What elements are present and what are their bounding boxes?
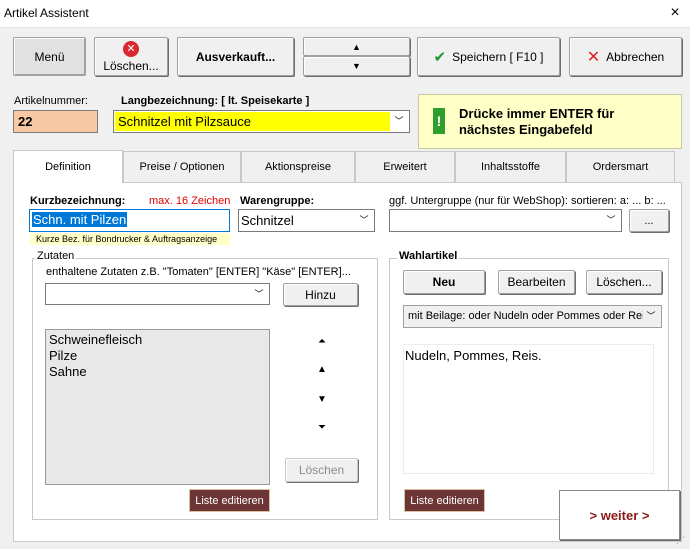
delete-icon: ✕ bbox=[123, 40, 139, 57]
tab-ingredients-info-label: Inhaltsstoffe bbox=[480, 161, 541, 173]
edit-choice-label: Bearbeiten bbox=[507, 275, 566, 289]
cancel-x-icon: ✕ bbox=[586, 48, 601, 66]
tab-ordersmart-label: Ordersmart bbox=[592, 161, 649, 173]
choice-text-area[interactable]: Nudeln, Pommes, Reis. bbox=[403, 344, 654, 474]
title-bar bbox=[0, 0, 690, 28]
choice-select-value: mit Beilage: oder Nudeln oder Pommes ode… bbox=[408, 310, 651, 322]
short-name-value: Schn. mit Pilzen bbox=[32, 212, 128, 227]
sold-out-label: Ausverkauft... bbox=[195, 49, 276, 64]
move-to-top-icon[interactable]: ⏶ bbox=[308, 332, 336, 352]
tab-ordersmart[interactable]: Ordersmart bbox=[566, 151, 675, 182]
edit-choice-list-button[interactable]: Liste editieren bbox=[404, 489, 485, 512]
tab-definition[interactable]: Definition bbox=[13, 150, 123, 183]
ingredients-instruction: enthaltene Zutaten z.B. "Tomaten" [ENTER… bbox=[46, 266, 351, 278]
tab-advanced-label: Erweitert bbox=[383, 161, 427, 173]
subgroup-browse-button[interactable]: ... bbox=[629, 209, 669, 232]
subgroup-select[interactable]: ﹀ bbox=[389, 209, 622, 232]
menu-button-label: Menü bbox=[34, 49, 65, 64]
short-name-input[interactable]: Schn. mit Pilzen bbox=[29, 209, 230, 232]
product-group-label: Warengruppe: bbox=[240, 195, 315, 207]
new-choice-button[interactable]: Neu bbox=[403, 270, 485, 294]
resize-grip-icon[interactable]: ⋰ bbox=[676, 535, 688, 547]
max-chars-hint: max. 16 Zeichen bbox=[149, 195, 231, 207]
delete-button-label: Löschen... bbox=[103, 58, 159, 73]
tab-promotions[interactable]: Aktionspreise bbox=[241, 151, 355, 182]
delete-ingredient-button[interactable]: Löschen bbox=[285, 458, 358, 482]
choice-select[interactable]: mit Beilage: oder Nudeln oder Pommes ode… bbox=[403, 305, 662, 328]
delete-choice-button[interactable]: Löschen... bbox=[586, 270, 662, 294]
add-ingredient-label: Hinzu bbox=[305, 287, 336, 302]
chevron-down-icon[interactable]: ﹀ bbox=[391, 113, 407, 130]
tab-definition-label: Definition bbox=[45, 161, 91, 173]
next-button-label: > weiter > bbox=[589, 507, 650, 523]
cancel-button-label: Abbrechen bbox=[606, 49, 665, 64]
product-group-value: Schnitzel bbox=[241, 213, 294, 228]
long-name-label: Langbezeichnung: [ lt. Speisekarte ] bbox=[121, 95, 310, 107]
move-down-icon[interactable]: ▼ bbox=[308, 390, 336, 410]
save-button[interactable]: ✔ Speichern [ F10 ] bbox=[417, 37, 560, 76]
new-choice-label: Neu bbox=[432, 275, 456, 289]
chevron-down-icon[interactable]: ﹀ bbox=[356, 212, 372, 229]
edit-ingredient-list-button[interactable]: Liste editieren bbox=[189, 489, 270, 512]
ingredient-combo[interactable]: ﹀ bbox=[45, 283, 270, 305]
ingredients-legend: Zutaten bbox=[35, 250, 77, 262]
tab-advanced[interactable]: Erweitert bbox=[355, 151, 455, 182]
add-ingredient-button[interactable]: Hinzu bbox=[283, 283, 358, 306]
next-button[interactable]: > weiter > bbox=[559, 490, 680, 540]
edit-ingredient-list-label: Liste editieren bbox=[195, 494, 264, 507]
edit-choice-list-label: Liste editieren bbox=[410, 494, 479, 507]
chevron-down-icon[interactable]: ﹀ bbox=[251, 286, 267, 303]
tab-promotions-label: Aktionspreise bbox=[264, 161, 332, 173]
move-to-bottom-icon[interactable]: ⏷ bbox=[308, 418, 336, 438]
subgroup-label: ggf. Untergruppe (nur für WebShop): sort… bbox=[389, 195, 666, 207]
list-item[interactable]: Sahne bbox=[49, 364, 266, 380]
tab-ingredients-info[interactable]: Inhaltsstoffe bbox=[455, 151, 566, 182]
move-down-button[interactable]: ▼ bbox=[303, 56, 410, 76]
short-name-hint: Kurze Bez. für Bondrucker & Auftragsanze… bbox=[30, 233, 230, 245]
close-icon[interactable]: × bbox=[664, 2, 686, 24]
enter-hint-text: Drücke immer ENTER für nächstes Eingabef… bbox=[459, 106, 615, 137]
sold-out-button[interactable]: Ausverkauft... bbox=[177, 37, 294, 76]
delete-ingredient-label: Löschen bbox=[298, 463, 345, 477]
tab-prices[interactable]: Preise / Optionen bbox=[123, 151, 241, 182]
ingredients-list[interactable]: Schweinefleisch Pilze Sahne bbox=[45, 329, 270, 485]
window-title: Artikel Assistent bbox=[4, 6, 89, 20]
checkmark-icon: ✔ bbox=[433, 48, 447, 66]
cancel-button[interactable]: ✕ Abbrechen bbox=[569, 37, 682, 76]
tab-prices-label: Preise / Optionen bbox=[139, 161, 225, 173]
save-button-label: Speichern [ F10 ] bbox=[452, 49, 544, 64]
exclamation-icon: ! bbox=[433, 108, 445, 134]
long-name-combo[interactable]: Schnitzel mit Pilzsauce ﹀ bbox=[113, 110, 410, 133]
move-up-button[interactable]: ▲ bbox=[303, 37, 410, 56]
article-number-field[interactable]: 22 bbox=[13, 110, 98, 133]
long-name-value[interactable]: Schnitzel mit Pilzsauce bbox=[115, 112, 390, 131]
list-item[interactable]: Pilze bbox=[49, 348, 266, 364]
delete-choice-label: Löschen... bbox=[596, 275, 652, 289]
subgroup-browse-label: ... bbox=[644, 214, 654, 227]
arrow-up-icon: ▲ bbox=[352, 41, 361, 52]
delete-button[interactable]: ✕ Löschen... bbox=[94, 37, 168, 76]
short-name-label: Kurzbezeichnung: bbox=[30, 195, 126, 207]
chevron-down-icon[interactable]: ﹀ bbox=[643, 308, 659, 325]
list-item[interactable]: Schweinefleisch bbox=[49, 332, 266, 348]
edit-choice-button[interactable]: Bearbeiten bbox=[498, 270, 575, 294]
enter-hint-box: ! Drücke immer ENTER für nächstes Eingab… bbox=[418, 94, 682, 149]
move-up-icon[interactable]: ▲ bbox=[308, 360, 336, 380]
choice-articles-legend: Wahlartikel bbox=[397, 250, 460, 262]
arrow-down-icon: ▼ bbox=[352, 61, 361, 71]
chevron-down-icon[interactable]: ﹀ bbox=[603, 212, 619, 229]
product-group-select[interactable]: Schnitzel ﹀ bbox=[238, 209, 375, 232]
article-number-label: Artikelnummer: bbox=[14, 95, 88, 107]
menu-button[interactable]: Menü bbox=[13, 37, 86, 76]
